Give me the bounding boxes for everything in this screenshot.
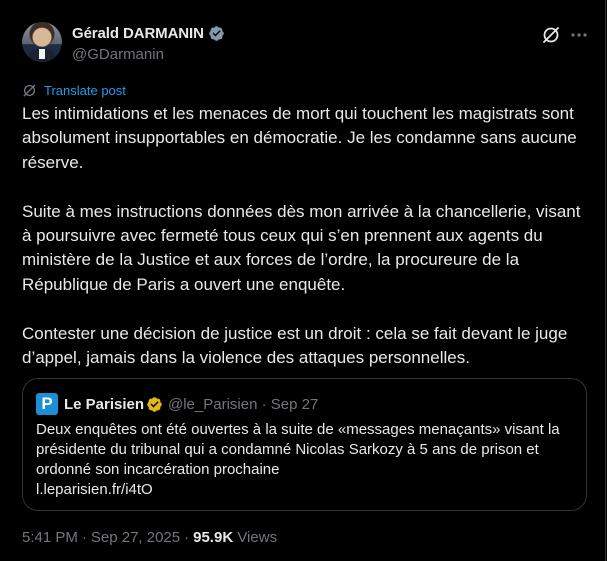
post-time[interactable]: 5:41 PM	[22, 529, 78, 546]
meta-separator: ·	[184, 529, 190, 546]
quoted-author-avatar: P	[36, 393, 58, 415]
views-label: Views	[237, 529, 278, 546]
grok-icon[interactable]	[541, 25, 561, 45]
meta-separator: ·	[81, 529, 87, 546]
quoted-author-name: Le Parisien	[64, 396, 145, 413]
quoted-text-line: Deux enquêtes ont été ouvertes à la suit…	[36, 421, 560, 438]
author-handle[interactable]: @GDarmanin	[72, 46, 164, 63]
views-count: 95.9K	[193, 529, 234, 546]
author-name[interactable]: Gérald DARMANIN	[72, 25, 204, 42]
post-date[interactable]: Sep 27, 2025	[91, 529, 180, 546]
quoted-link[interactable]: l.leparisien.fr/i4tO	[36, 480, 576, 500]
author-avatar[interactable]	[22, 22, 62, 62]
translate-icon	[23, 84, 36, 96]
post-paragraph: Contester une décision de justice est un…	[22, 323, 568, 368]
quoted-text-line: présidente du tribunal qui a condamné Ni…	[36, 441, 539, 458]
quoted-post-text: Deux enquêtes ont été ouvertes à la suit…	[36, 420, 576, 500]
post-paragraph: Suite à mes instructions données dès mon…	[22, 201, 581, 294]
more-icon[interactable]	[569, 25, 589, 45]
post-meta: 5:41 PM · Sep 27, 2025 · 95.9K Views	[22, 529, 277, 546]
verified-badge-icon	[209, 26, 224, 41]
quoted-handle-date: @le_Parisien · Sep 27	[168, 396, 319, 413]
post-detail: Gérald DARMANIN @GDarmanin Translate pos…	[0, 0, 606, 561]
quoted-post[interactable]: P Le Parisien @le_Parisien · Sep 27 Deux…	[22, 378, 587, 511]
translate-label: Translate post	[44, 82, 126, 98]
avatar-shirt	[39, 49, 45, 59]
translate-post-link[interactable]: Translate post	[22, 82, 126, 98]
verified-badge-icon	[147, 397, 162, 412]
post-text: Les intimidations et les menaces de mort…	[22, 102, 592, 370]
quoted-text-line: ordonné son incarcération prochaine	[36, 461, 280, 478]
post-paragraph: Les intimidations et les menaces de mort…	[22, 104, 577, 172]
